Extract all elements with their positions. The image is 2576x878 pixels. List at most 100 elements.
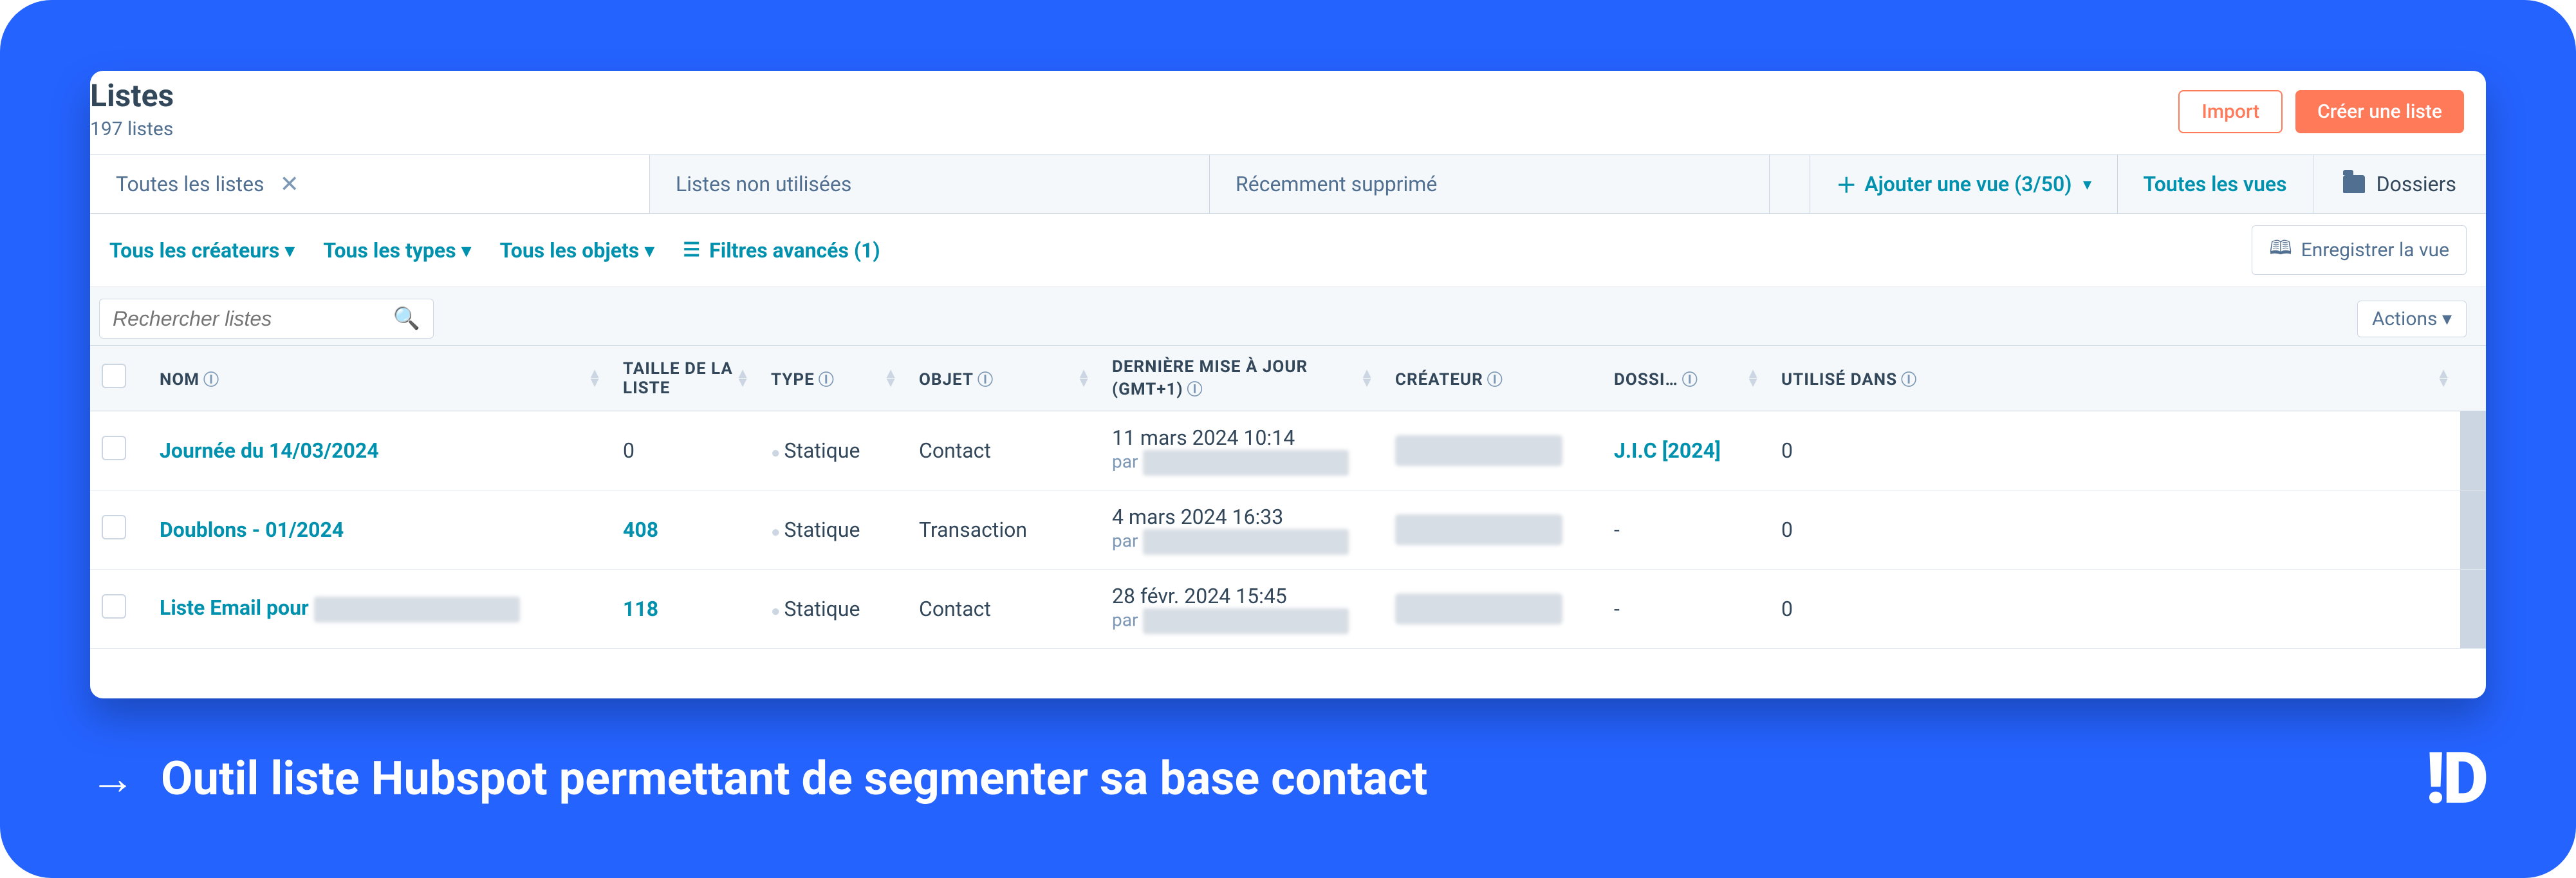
col-type-label: TYPE bbox=[771, 370, 815, 389]
create-list-button[interactable]: Créer une liste bbox=[2295, 90, 2464, 133]
col-updated-label: DERNIÈRE MISE À JOUR (GMT+1) bbox=[1112, 357, 1308, 399]
col-checkbox bbox=[90, 346, 148, 411]
col-name-label: NOM bbox=[160, 370, 199, 389]
sort-icon[interactable]: ▲▼ bbox=[1746, 369, 1761, 388]
folder-link[interactable]: J.I.C [2024] bbox=[1614, 438, 1721, 463]
col-folder[interactable]: DOSSI…ⓘ ▲▼ bbox=[1602, 346, 1770, 411]
scrollbar[interactable] bbox=[2460, 490, 2486, 570]
used-in-count: 0 bbox=[1781, 518, 1793, 542]
search-icon[interactable]: 🔍 bbox=[393, 306, 420, 332]
add-view-button[interactable]: ＋ Ajouter une vue (3/50) bbox=[1810, 155, 2117, 213]
save-view-button[interactable]: 🕮 Enregistrer la vue bbox=[2252, 225, 2467, 275]
info-icon[interactable]: ⓘ bbox=[203, 371, 219, 389]
tab-unused-lists[interactable]: Listes non utilisées bbox=[650, 155, 1210, 213]
list-size: 408 bbox=[623, 518, 658, 542]
info-icon[interactable]: ⓘ bbox=[819, 371, 835, 389]
list-updated-by: par bbox=[1112, 529, 1372, 555]
header-actions: Import Créer une liste bbox=[2178, 77, 2464, 133]
page-subtitle: 197 listes bbox=[90, 118, 174, 140]
list-object: Transaction bbox=[919, 518, 1027, 542]
col-size-label: TAILLE DE LA LISTE bbox=[623, 359, 733, 398]
close-icon[interactable]: ✕ bbox=[280, 171, 299, 198]
frame: Listes 197 listes Import Créer une liste… bbox=[0, 0, 2576, 878]
col-type[interactable]: TYPEⓘ ▲▼ bbox=[759, 346, 907, 411]
col-creator[interactable]: CRÉATEURⓘ bbox=[1384, 346, 1602, 411]
tab-all-lists[interactable]: Toutes les listes ✕ bbox=[90, 155, 650, 213]
sliders-icon: ☰ bbox=[683, 239, 700, 261]
col-name[interactable]: NOMⓘ ▲▼ bbox=[148, 346, 611, 411]
scrollbar[interactable] bbox=[2460, 570, 2486, 649]
list-size: 0 bbox=[623, 438, 635, 463]
sort-icon[interactable]: ▲▼ bbox=[1360, 369, 1375, 388]
advanced-filters-button[interactable]: ☰ Filtres avancés (1) bbox=[683, 238, 880, 263]
row-checkbox[interactable] bbox=[102, 436, 126, 460]
row-checkbox[interactable] bbox=[102, 515, 126, 539]
page-header: Listes 197 listes Import Créer une liste bbox=[90, 71, 2486, 154]
list-updated: 11 mars 2024 10:14 bbox=[1112, 425, 1372, 450]
list-updated-by: par bbox=[1112, 450, 1372, 476]
folders-button[interactable]: Dossiers bbox=[2313, 155, 2486, 213]
search-input[interactable] bbox=[113, 307, 393, 331]
caption-left: → Outil liste Hubspot permettant de segm… bbox=[90, 751, 1427, 806]
redacted-creator bbox=[1395, 435, 1562, 466]
arrow-right-icon: → bbox=[90, 752, 135, 805]
info-icon[interactable]: ⓘ bbox=[1682, 371, 1698, 389]
tab-all-lists-label: Toutes les listes bbox=[116, 172, 264, 196]
info-icon[interactable]: ⓘ bbox=[1187, 380, 1203, 398]
col-used-in[interactable]: UTILISÉ DANSⓘ ▲▼ bbox=[1770, 346, 2460, 411]
list-name-link[interactable]: Journée du 14/03/2024 bbox=[160, 438, 379, 463]
redacted-name bbox=[1143, 529, 1349, 555]
caption-text: Outil liste Hubspot permettant de segmen… bbox=[161, 751, 1427, 806]
col-object[interactable]: OBJETⓘ ▲▼ bbox=[907, 346, 1100, 411]
info-icon[interactable]: ⓘ bbox=[1901, 371, 1917, 389]
tab-recently-deleted[interactable]: Récemment supprimé bbox=[1210, 155, 1770, 213]
col-object-label: OBJET bbox=[919, 370, 974, 389]
col-updated[interactable]: DERNIÈRE MISE À JOUR (GMT+1)ⓘ ▲▼ bbox=[1100, 346, 1384, 411]
col-size[interactable]: TAILLE DE LA LISTE▲▼ bbox=[611, 346, 759, 411]
all-views-label: Toutes les vues bbox=[2144, 172, 2287, 196]
folder-icon bbox=[2343, 175, 2365, 193]
all-views-button[interactable]: Toutes les vues bbox=[2118, 155, 2313, 213]
info-icon[interactable]: ⓘ bbox=[978, 371, 994, 389]
header-left: Listes 197 listes bbox=[90, 77, 174, 140]
list-type: Statique bbox=[784, 438, 860, 463]
status-dot-icon: ● bbox=[771, 523, 781, 541]
col-folder-label: DOSSI… bbox=[1614, 370, 1678, 389]
sort-icon[interactable]: ▲▼ bbox=[1077, 369, 1091, 388]
add-view-text: Ajouter une vue (3/50) bbox=[1864, 172, 2071, 196]
add-view-label: ＋ Ajouter une vue (3/50) bbox=[1836, 169, 2091, 199]
sort-icon[interactable]: ▲▼ bbox=[2436, 369, 2451, 388]
caption-bar: → Outil liste Hubspot permettant de segm… bbox=[90, 698, 2486, 820]
updated-by-prefix: par bbox=[1112, 609, 1138, 630]
list-name-link[interactable]: Doublons - 01/2024 bbox=[160, 518, 344, 542]
sort-icon[interactable]: ▲▼ bbox=[736, 369, 750, 388]
view-tabs: Toutes les listes ✕ Listes non utilisées… bbox=[90, 154, 2486, 214]
sort-icon[interactable]: ▲▼ bbox=[884, 369, 898, 388]
scrollbar[interactable] bbox=[2460, 346, 2486, 411]
row-checkbox[interactable] bbox=[102, 594, 126, 619]
sort-icon[interactable]: ▲▼ bbox=[588, 369, 602, 388]
import-button[interactable]: Import bbox=[2178, 90, 2283, 133]
list-name-link[interactable]: Liste Email pour bbox=[160, 595, 520, 620]
status-dot-icon: ● bbox=[771, 602, 781, 620]
used-in-count: 0 bbox=[1781, 597, 1793, 621]
filter-types[interactable]: Tous les types bbox=[323, 238, 471, 263]
filters-bar: Tous les créateurs Tous les types Tous l… bbox=[90, 214, 2486, 287]
filters-left: Tous les créateurs Tous les types Tous l… bbox=[109, 238, 880, 263]
select-all-checkbox[interactable] bbox=[102, 364, 126, 388]
filter-objects[interactable]: Tous les objets bbox=[500, 238, 655, 263]
app-window: Listes 197 listes Import Créer une liste… bbox=[90, 71, 2486, 698]
brand-logo: !D bbox=[2425, 737, 2486, 820]
save-view-label: Enregistrer la vue bbox=[2301, 239, 2449, 261]
status-dot-icon: ● bbox=[771, 444, 781, 462]
updated-by-prefix: par bbox=[1112, 451, 1138, 472]
list-updated: 28 févr. 2024 15:45 bbox=[1112, 584, 1372, 608]
list-size: 118 bbox=[623, 597, 658, 621]
filter-creators[interactable]: Tous les créateurs bbox=[109, 238, 295, 263]
info-icon[interactable]: ⓘ bbox=[1487, 371, 1503, 389]
search-box[interactable]: 🔍 bbox=[99, 299, 434, 339]
folder-value: - bbox=[1614, 597, 1620, 621]
scrollbar[interactable] bbox=[2460, 411, 2486, 490]
actions-dropdown[interactable]: Actions ▾ bbox=[2357, 301, 2467, 337]
col-used-in-label: UTILISÉ DANS bbox=[1781, 370, 1897, 389]
